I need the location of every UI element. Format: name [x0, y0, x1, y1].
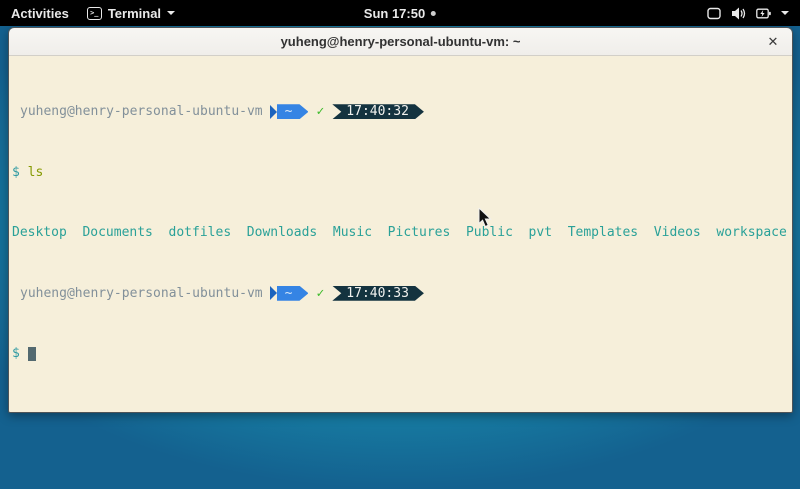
status-check-icon: ✓ — [316, 104, 324, 119]
powerline-arrow-icon — [270, 286, 277, 300]
top-bar: Activities >_ Terminal Sun 17:50 — [0, 0, 800, 26]
display-icon — [707, 7, 721, 20]
cwd-segment: ~ — [277, 104, 309, 119]
battery-charging-icon — [756, 7, 771, 20]
terminal-window: yuheng@henry-personal-ubuntu-vm: ~ ✕ yuh… — [8, 27, 793, 413]
notification-dot-icon — [431, 11, 436, 16]
prompt-symbol: $ — [12, 346, 20, 361]
text-cursor — [28, 347, 36, 361]
time-segment: 17:40:33 — [332, 286, 424, 301]
window-title: yuheng@henry-personal-ubuntu-vm: ~ — [281, 34, 521, 49]
chevron-down-icon — [167, 11, 175, 15]
time-segment: 17:40:32 — [332, 104, 424, 119]
status-check-icon: ✓ — [316, 286, 324, 301]
user-host-text: yuheng@henry-personal-ubuntu-vm — [20, 286, 263, 301]
prompt-symbol: $ — [12, 165, 20, 180]
command-text: ls — [28, 165, 44, 180]
window-titlebar[interactable]: yuheng@henry-personal-ubuntu-vm: ~ ✕ — [9, 28, 792, 56]
command-line: $ ls — [12, 165, 790, 181]
ls-output-line: Desktop Documents dotfiles Downloads Mus… — [12, 225, 790, 241]
chevron-down-icon — [781, 11, 789, 15]
mouse-cursor-icon — [478, 208, 492, 233]
activities-button[interactable]: Activities — [2, 0, 78, 26]
volume-icon — [731, 7, 746, 20]
app-menu-terminal[interactable]: >_ Terminal — [78, 0, 184, 26]
prompt-line-2: yuheng@henry-personal-ubuntu-vm ~ ✓ 17:4… — [12, 286, 790, 302]
terminal-content[interactable]: yuheng@henry-personal-ubuntu-vm ~ ✓ 17:4… — [9, 56, 792, 412]
clock-button[interactable]: Sun 17:50 — [355, 0, 445, 26]
user-host-text: yuheng@henry-personal-ubuntu-vm — [20, 104, 263, 119]
app-menu-label: Terminal — [108, 6, 161, 21]
terminal-app-icon: >_ — [87, 7, 102, 20]
clock-label: Sun 17:50 — [364, 6, 425, 21]
system-status-menu[interactable] — [698, 0, 798, 26]
powerline-arrow-icon — [270, 105, 277, 119]
close-button[interactable]: ✕ — [762, 31, 784, 53]
cwd-segment: ~ — [277, 286, 309, 301]
current-input-line[interactable]: $ — [12, 346, 790, 362]
prompt-line-1: yuheng@henry-personal-ubuntu-vm ~ ✓ 17:4… — [12, 104, 790, 120]
